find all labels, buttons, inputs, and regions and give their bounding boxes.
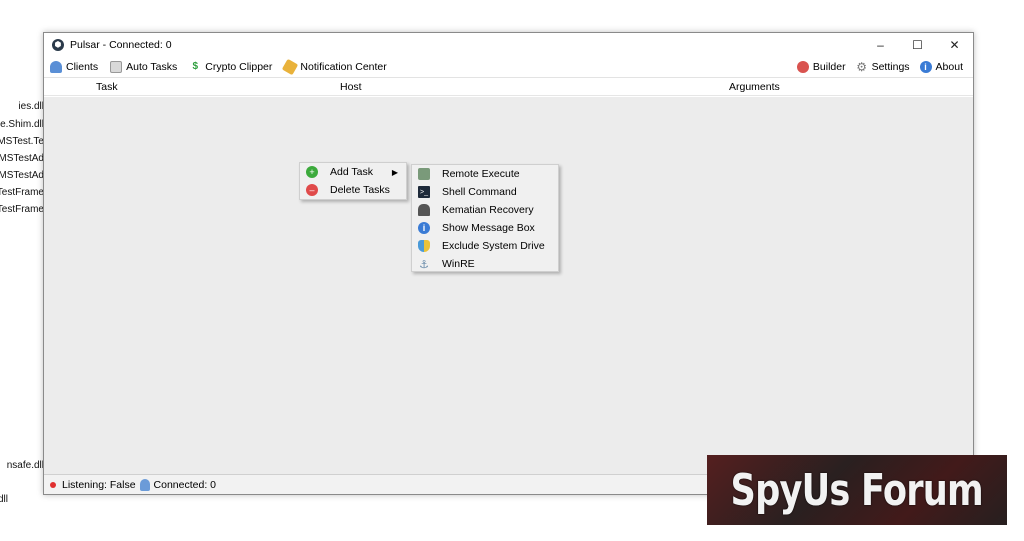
- menu-item-delete-tasks[interactable]: – Delete Tasks: [300, 181, 406, 199]
- watermark-logo: SpyUs Forum: [707, 455, 1007, 525]
- background-file: ge.Shim.dll: [0, 119, 44, 130]
- menu-clients[interactable]: Clients: [50, 61, 98, 73]
- menu-item-label: Kematian Recovery: [442, 204, 534, 216]
- column-header-arguments[interactable]: Arguments: [729, 81, 780, 93]
- maximize-button[interactable]: ☐: [899, 33, 936, 57]
- background-file: dll: [0, 494, 8, 505]
- tasks-icon: [110, 61, 123, 73]
- menu-settings[interactable]: ⚙ Settings: [856, 60, 910, 74]
- listening-status: Listening: False: [62, 478, 136, 491]
- info-icon: i: [418, 222, 430, 234]
- background-file: MSTestAd: [0, 170, 44, 181]
- title-bar[interactable]: ⬢ Pulsar - Connected: 0 – ☐ ✕: [44, 33, 973, 57]
- menu-label: Auto Tasks: [126, 61, 178, 73]
- background-file: MSTestAd: [0, 153, 44, 164]
- submenu-arrow-icon: ▶: [391, 167, 398, 177]
- terminal-icon: >_: [418, 186, 430, 198]
- broom-icon: [282, 58, 299, 76]
- menu-notification-center[interactable]: Notification Center: [282, 58, 387, 76]
- shield-icon: [418, 240, 430, 252]
- add-task-submenu: Remote Execute >_ Shell Command Kematian…: [411, 164, 559, 272]
- menu-item-label: Exclude System Drive: [442, 240, 545, 252]
- menu-item-shell-command[interactable]: >_ Shell Command: [412, 183, 558, 201]
- background-file-list: ies.dll ge.Shim.dll MSTest.Te MSTestAd M…: [0, 0, 44, 541]
- add-icon: +: [306, 166, 318, 178]
- user-icon: [139, 478, 150, 491]
- background-file: nsafe.dll: [6, 460, 44, 471]
- menu-builder[interactable]: Builder: [796, 61, 846, 73]
- status-dot-icon: [50, 481, 56, 488]
- window-title: Pulsar - Connected: 0: [70, 39, 172, 51]
- menu-item-show-message-box[interactable]: i Show Message Box: [412, 219, 558, 237]
- list-header: Task Host Arguments: [44, 78, 973, 96]
- dollar-icon: $: [192, 61, 199, 72]
- column-header-host[interactable]: Host: [340, 81, 362, 93]
- background-file: ies.dll: [18, 101, 44, 112]
- menu-label: Crypto Clipper: [205, 61, 273, 73]
- person-icon: [418, 204, 430, 216]
- anchor-icon: ⚓: [419, 258, 429, 271]
- column-header-task[interactable]: Task: [96, 81, 118, 93]
- menu-about[interactable]: i About: [919, 61, 963, 73]
- menu-item-label: Remote Execute: [442, 168, 520, 180]
- minimize-button[interactable]: –: [862, 33, 899, 57]
- menu-item-exclude-system-drive[interactable]: Exclude System Drive: [412, 237, 558, 255]
- menu-label: Clients: [66, 61, 99, 73]
- connected-status: Connected: 0: [153, 478, 217, 491]
- context-menu: + Add Task ▶ – Delete Tasks: [299, 162, 407, 200]
- menu-label: Notification Center: [300, 61, 387, 73]
- menu-item-remote-execute[interactable]: Remote Execute: [412, 165, 558, 183]
- close-button[interactable]: ✕: [936, 33, 973, 57]
- users-icon: [50, 61, 62, 73]
- app-icon: ⬢: [52, 39, 64, 51]
- menu-item-label: Delete Tasks: [330, 184, 390, 196]
- background-file: TestFrame: [0, 187, 44, 198]
- remote-execute-icon: [418, 168, 430, 180]
- menu-label: Settings: [871, 61, 910, 73]
- menu-item-label: Add Task: [330, 166, 373, 178]
- builder-icon: [796, 61, 809, 73]
- menu-item-label: Shell Command: [442, 186, 517, 198]
- gear-icon: ⚙: [856, 60, 867, 74]
- menu-label: Builder: [812, 61, 846, 73]
- info-icon: i: [919, 61, 932, 73]
- menu-item-kematian-recovery[interactable]: Kematian Recovery: [412, 201, 558, 219]
- menu-bar: Clients Auto Tasks $ Crypto Clipper Noti…: [44, 57, 973, 78]
- background-file: TestFrame: [0, 204, 44, 215]
- background-file: MSTest.Te: [0, 136, 44, 147]
- menu-label: About: [935, 61, 963, 73]
- task-list[interactable]: [44, 97, 973, 474]
- delete-icon: –: [306, 184, 318, 196]
- watermark-text: SpyUs Forum: [730, 464, 984, 516]
- menu-item-winre[interactable]: ⚓ WinRE: [412, 255, 558, 273]
- menu-crypto-clipper[interactable]: $ Crypto Clipper: [189, 61, 273, 73]
- menu-item-add-task[interactable]: + Add Task ▶: [300, 163, 406, 181]
- menu-item-label: Show Message Box: [442, 222, 535, 234]
- menu-auto-tasks[interactable]: Auto Tasks: [110, 61, 177, 73]
- menu-item-label: WinRE: [442, 258, 475, 270]
